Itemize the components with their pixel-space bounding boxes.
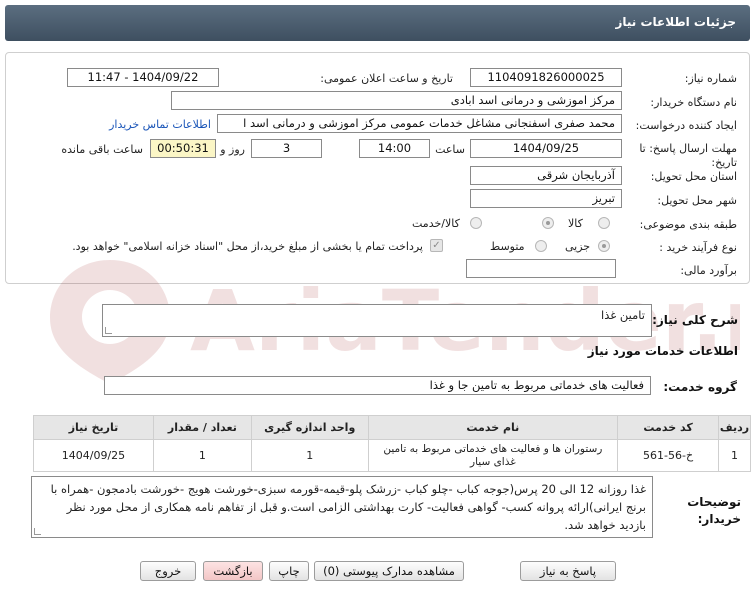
deadline-time-label: ساعت [435,143,465,156]
view-attachments-button[interactable]: مشاهده مدارک پیوستی (0) [314,561,464,581]
announce-date-label: تاریخ و ساعت اعلان عمومی: [320,72,453,85]
treasury-checkbox[interactable]: ✓ [430,239,443,252]
category-radio-service-selected[interactable] [542,217,554,229]
province-field[interactable]: آذربایجان شرقی [470,166,622,185]
days-field[interactable]: 3 [251,139,322,158]
category-radio-goods[interactable] [598,217,610,229]
back-button[interactable]: بازگشت [203,561,263,581]
creator-label: ایجاد کننده درخواست: [635,119,737,132]
buyer-org-field[interactable]: مرکز اموزشی و درمانی اسد ابادی [171,91,622,110]
services-section-title: اطلاعات خدمات مورد نیاز [587,344,738,358]
services-table: ردیف کد خدمت نام خدمت واحد اندازه گیری ت… [33,415,751,472]
reply-button[interactable]: پاسخ به نیاز [520,561,616,581]
budget-field[interactable] [466,259,616,278]
process-radio-minor[interactable] [598,240,610,252]
service-group-field[interactable]: فعالیت های خدماتی مربوط به تامین جا و غذ… [104,376,651,395]
treasury-note: پرداخت تمام یا بخشی از مبلغ خرید،از محل … [72,240,423,253]
cell-unit: 1 [250,439,369,472]
summary-text: تامین غذا [601,308,645,322]
resize-grip-icon[interactable] [34,528,41,535]
col-header-service-name: نام خدمت [367,415,619,440]
remaining-time-field: 00:50:31 [150,139,216,158]
category-option-goods: کالا [568,217,583,230]
city-label: شهر محل تحویل: [657,194,737,207]
category-label: طبقه بندی موضوعی: [639,218,737,231]
need-number-field[interactable]: 1104091826000025 [470,68,622,87]
summary-textarea[interactable]: تامین غذا [102,304,652,337]
cell-need-date: 1404/09/25 [33,439,154,472]
page-title-bar: جزئیات اطلاعات نیاز [5,5,750,41]
need-number-label: شماره نیاز: [684,72,737,85]
category-radio-goods-service[interactable] [470,217,482,229]
col-header-unit: واحد اندازه گیری [250,415,369,440]
process-radio-medium[interactable] [535,240,547,252]
cell-service-code: خ-56-561 [617,439,720,472]
buyer-notes-text: غذا روزانه 12 الی 20 پرس(جوجه کباب -چلو … [50,482,646,532]
col-header-need-date: تاریخ نیاز [33,415,154,440]
table-row[interactable]: 1 خ-56-561 رستوران ها و فعالیت های خدمات… [33,439,751,472]
cell-quantity: 1 [152,439,252,472]
province-label: استان محل تحویل: [650,170,737,183]
deadline-time-field[interactable]: 14:00 [359,139,430,158]
deadline-label: مهلت ارسال پاسخ: تا تاریخ: [639,142,737,169]
days-label: روز و [220,143,245,156]
table-header-row: ردیف کد خدمت نام خدمت واحد اندازه گیری ت… [33,415,751,440]
cell-service-name: رستوران ها و فعالیت های خدماتی مربوط به … [367,439,619,472]
service-group-label: گروه خدمت: [663,380,737,394]
announce-date-field[interactable]: 1404/09/22 - 11:47 [67,68,219,87]
city-field[interactable]: تبریز [470,189,622,208]
category-option-goods-service: کالا/خدمت [412,217,460,230]
remaining-time-label: ساعت باقی مانده [61,143,143,156]
process-option-minor: جزیی [565,240,591,253]
exit-button[interactable]: خروج [140,561,196,581]
budget-label: برآورد مالی: [680,264,737,277]
creator-field[interactable]: محمد صفری اسفنجانی مشاغل خدمات عمومی مرک… [217,114,622,133]
buyer-org-label: نام دستگاه خریدار: [650,96,737,109]
process-label: نوع فرآیند خرید : [659,241,737,254]
print-button[interactable]: چاپ [269,561,309,581]
page-title: جزئیات اطلاعات نیاز [615,15,736,29]
process-option-medium: متوسط [490,240,525,253]
summary-label: شرح کلی نیاز: [652,313,738,327]
col-header-row-number: ردیف [718,415,751,440]
cell-row-number: 1 [718,439,751,472]
deadline-date-field[interactable]: 1404/09/25 [470,139,622,158]
buyer-notes-label: توضیحات خریدار: [687,495,741,526]
col-header-quantity: تعداد / مقدار [152,415,252,440]
col-header-service-code: کد خدمت [617,415,720,440]
resize-grip-icon[interactable] [105,327,112,334]
services-table-wrap: ردیف کد خدمت نام خدمت واحد اندازه گیری ت… [33,415,751,472]
buyer-contact-link[interactable]: اطلاعات تماس خریدار [109,118,211,131]
buyer-notes-textarea[interactable]: غذا روزانه 12 الی 20 پرس(جوجه کباب -چلو … [31,476,653,538]
